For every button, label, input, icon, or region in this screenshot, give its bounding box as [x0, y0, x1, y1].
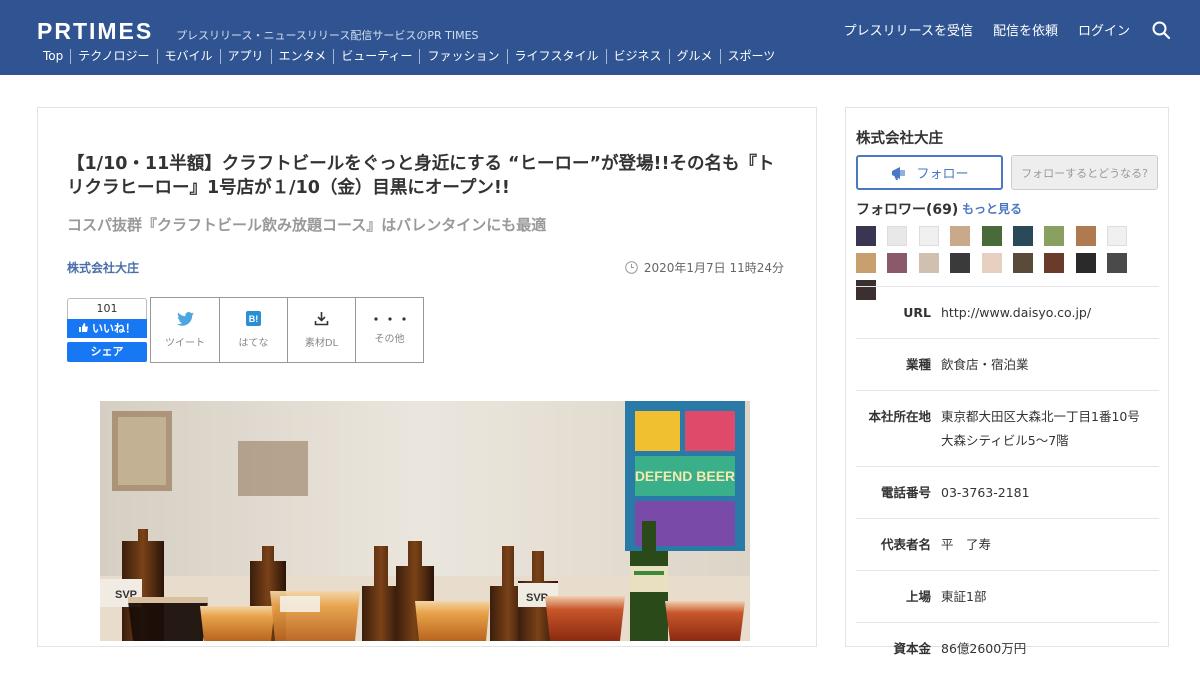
- info-key: 本社所在地: [868, 409, 931, 424]
- follower-avatar[interactable]: [981, 253, 1002, 273]
- info-value[interactable]: 飲食店・宿泊業: [941, 353, 1159, 377]
- hatena-button[interactable]: B! はてな: [219, 298, 287, 362]
- article-date-text: 2020年1月7日 11時24分: [643, 261, 784, 275]
- svg-text:B!: B!: [249, 314, 259, 324]
- followers-count: フォロワー(69): [856, 202, 959, 218]
- info-row-industry: 業種 飲食店・宿泊業: [856, 338, 1159, 390]
- facebook-like-button[interactable]: いいね！: [67, 319, 147, 338]
- info-key: 代表者名: [880, 537, 931, 552]
- info-key: 電話番号: [880, 485, 931, 500]
- svg-text:SVP: SVP: [526, 592, 548, 604]
- info-row-url: URL http://www.daisyo.co.jp/: [856, 286, 1159, 338]
- thumbs-up-icon: [79, 323, 88, 332]
- facebook-like-count: 101: [67, 298, 147, 319]
- category-sports[interactable]: スポーツ: [719, 49, 783, 64]
- clock-icon: [625, 261, 638, 274]
- info-value: 東証1部: [941, 589, 987, 604]
- company-sidebar: 株式会社大庄 フォロー フォローするとどうなる? フォロワー(69) もっと見る…: [845, 107, 1169, 656]
- follower-avatar[interactable]: [918, 226, 939, 246]
- article-company-link[interactable]: 株式会社大庄: [67, 259, 139, 276]
- company-info-table: URL http://www.daisyo.co.jp/ 業種 飲食店・宿泊業 本社…: [856, 286, 1159, 674]
- what-happens-button[interactable]: フォローするとどうなる?: [1011, 155, 1158, 190]
- category-fashion[interactable]: ファッション: [419, 49, 506, 64]
- craft-beer-photo: DEFEND BEER SVP SVP: [100, 401, 750, 641]
- request-distribution-link[interactable]: 配信を依頼: [993, 20, 1058, 39]
- article-main-image[interactable]: DEFEND BEER SVP SVP: [100, 401, 750, 641]
- info-row-phone: 電話番号 03-3763-2181: [856, 466, 1159, 518]
- follower-avatar[interactable]: [887, 253, 908, 273]
- more-share-button[interactable]: その他: [355, 298, 423, 362]
- follower-avatar[interactable]: [1107, 253, 1128, 273]
- company-url-link[interactable]: http://www.daisyo.co.jp/: [941, 301, 1159, 325]
- category-lifestyle[interactable]: ライフスタイル: [506, 49, 606, 64]
- category-nav: Top テクノロジー モバイル アプリ エンタメ ビューティー ファッション ラ…: [37, 49, 782, 64]
- article-date: 2020年1月7日 11時24分: [625, 259, 784, 276]
- follower-avatar[interactable]: [1012, 226, 1033, 246]
- megaphone-icon: [892, 166, 906, 180]
- more-label: その他: [374, 333, 405, 345]
- follow-label: フォロー: [916, 167, 969, 182]
- follower-avatar[interactable]: [1075, 226, 1096, 246]
- hatena-label: はてな: [238, 338, 269, 349]
- follower-avatar[interactable]: [1075, 253, 1096, 273]
- twitter-icon: [176, 311, 194, 326]
- svg-text:DEFEND BEER: DEFEND BEER: [635, 468, 735, 484]
- facebook-share-button[interactable]: シェア: [67, 342, 147, 362]
- search-icon[interactable]: [1152, 21, 1170, 39]
- info-row-address: 本社所在地 東京都大田区大森北一丁目1番10号 大森シティビル5～7階: [856, 390, 1159, 466]
- info-value: 03-3763-2181: [941, 485, 1030, 500]
- info-value: 東京都大田区大森北一丁目1番10号 大森シティビル5～7階: [941, 409, 1140, 448]
- article-title: 【1/10・11半額】クラフトビールをぐっと身近にする “ヒーロー”が登場!!そ…: [67, 154, 775, 198]
- category-entertainment[interactable]: エンタメ: [270, 49, 334, 64]
- info-row-listing: 上場 東証1部: [856, 570, 1159, 622]
- login-link[interactable]: ログイン: [1078, 20, 1130, 39]
- category-gourmet[interactable]: グルメ: [668, 49, 720, 64]
- facebook-widget: 101 いいね！ シェア: [67, 298, 147, 362]
- sidebar-company-name[interactable]: 株式会社大庄: [856, 127, 943, 148]
- info-row-representative: 代表者名平 了寿: [856, 518, 1159, 570]
- share-buttons: ツイート B! はてな 素材DL その他: [150, 297, 424, 363]
- more-icon: [373, 316, 406, 321]
- category-technology[interactable]: テクノロジー: [70, 49, 156, 64]
- prtimes-logo[interactable]: PRTIMES: [37, 18, 153, 45]
- receive-press-release-link[interactable]: プレスリリースを受信: [844, 20, 973, 39]
- category-business[interactable]: ビジネス: [605, 49, 669, 64]
- header-nav: プレスリリースを受信 配信を依頼 ログイン: [824, 20, 1170, 39]
- followers-more-link[interactable]: もっと見る: [962, 200, 1022, 217]
- site-header: PRTIMES プレスリリース・ニュースリリース配信サービスのPR TIMES …: [0, 0, 1200, 75]
- site-tagline: プレスリリース・ニュースリリース配信サービスのPR TIMES: [176, 29, 479, 42]
- follower-avatar[interactable]: [887, 226, 908, 246]
- tweet-button[interactable]: ツイート: [151, 298, 219, 362]
- tweet-label: ツイート: [165, 337, 205, 349]
- article-panel: 【1/10・11半額】クラフトビールをぐっと身近にする “ヒーロー”が登場!!そ…: [37, 107, 817, 647]
- follower-avatar[interactable]: [1012, 253, 1033, 273]
- download-label: 素材DL: [304, 338, 339, 349]
- follower-avatar[interactable]: [1107, 226, 1128, 246]
- follow-button[interactable]: フォロー: [856, 155, 1003, 190]
- follower-avatar[interactable]: [950, 253, 971, 273]
- follower-avatar[interactable]: [856, 226, 876, 246]
- facebook-like-label: いいね！: [92, 322, 136, 335]
- info-value: 86億2600万円: [941, 641, 1027, 656]
- info-key: 資本金: [893, 641, 931, 656]
- follower-avatar[interactable]: [1044, 226, 1065, 246]
- hatena-icon: B!: [246, 311, 261, 326]
- info-key: 業種: [905, 357, 931, 372]
- follower-avatar[interactable]: [981, 226, 1002, 246]
- info-key: 上場: [905, 589, 931, 604]
- follower-avatar[interactable]: [950, 226, 971, 246]
- info-key: URL: [903, 305, 931, 320]
- download-materials-button[interactable]: 素材DL: [287, 298, 355, 362]
- category-beauty[interactable]: ビューティー: [333, 49, 419, 64]
- category-top[interactable]: Top: [37, 49, 70, 64]
- category-mobile[interactable]: モバイル: [156, 49, 220, 64]
- article-subtitle: コスパ抜群『クラフトビール飲み放題コース』はバレンタインにも最適: [67, 216, 547, 234]
- category-app[interactable]: アプリ: [219, 49, 271, 64]
- download-icon: [314, 312, 329, 326]
- follower-avatar[interactable]: [856, 253, 876, 273]
- info-value: 平 了寿: [941, 537, 992, 552]
- follower-avatar[interactable]: [918, 253, 939, 273]
- follower-avatar[interactable]: [1044, 253, 1065, 273]
